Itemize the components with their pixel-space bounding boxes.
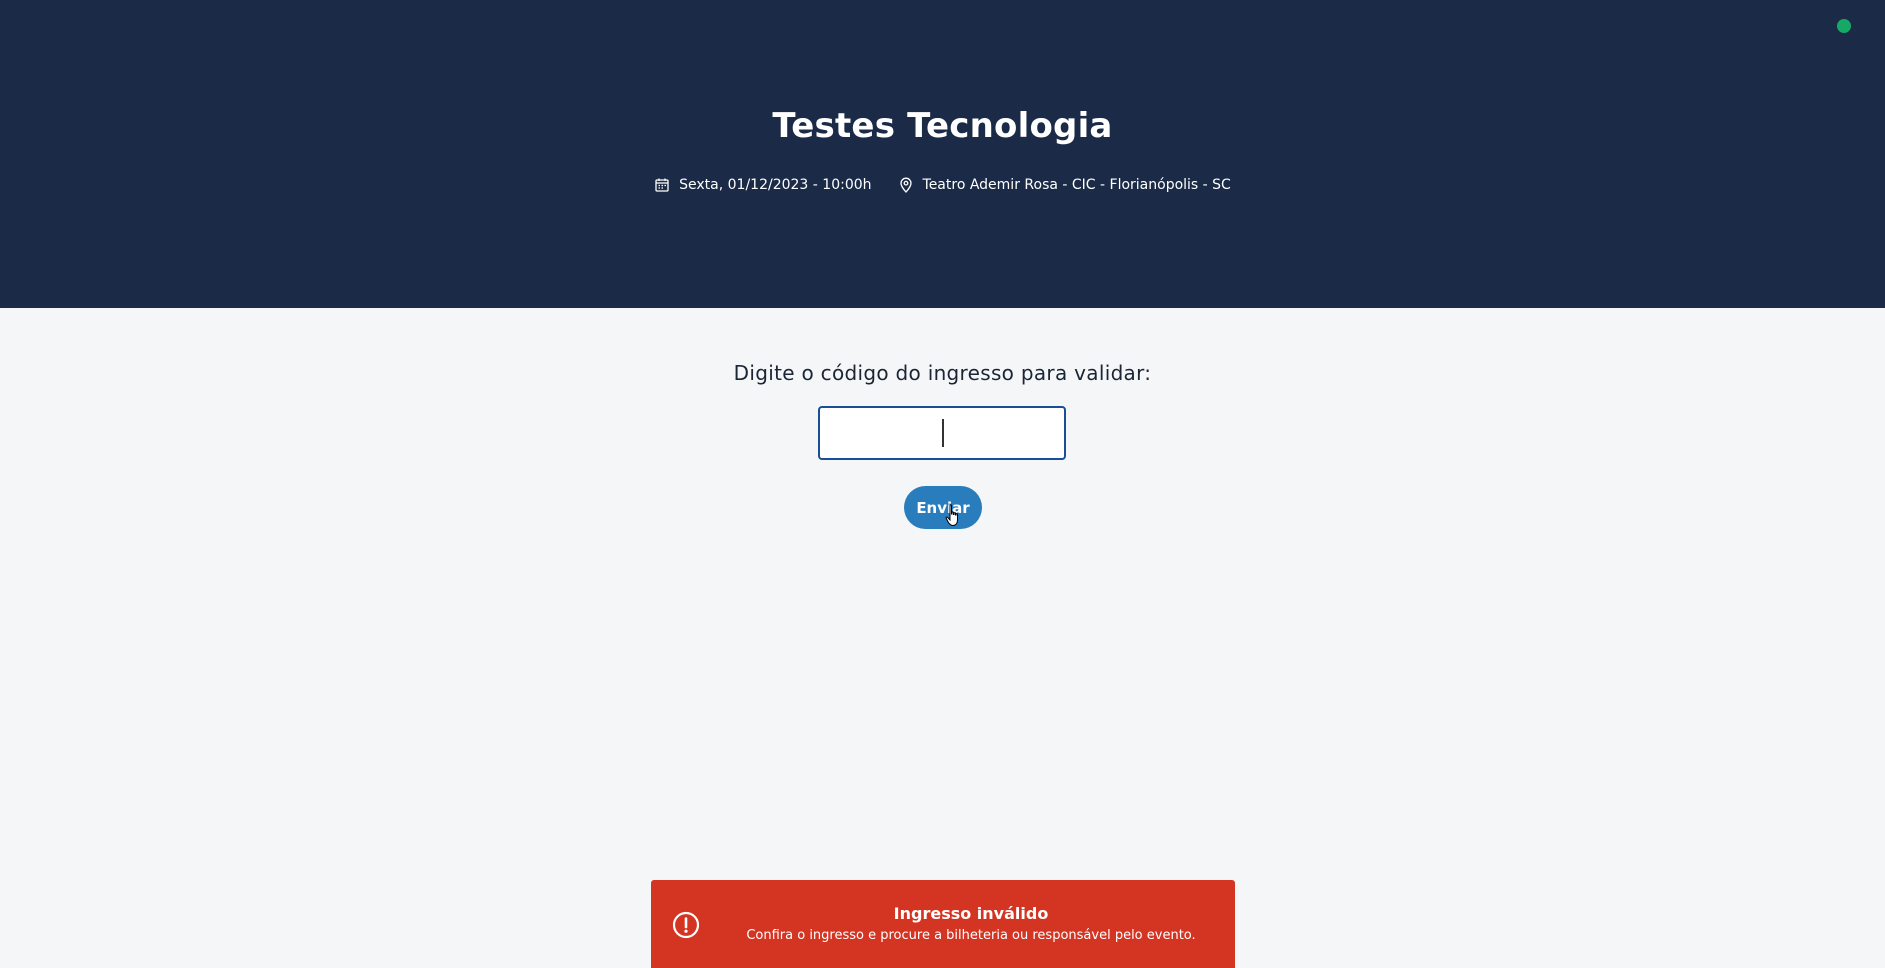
event-title: Testes Tecnologia <box>772 106 1113 146</box>
event-date: Sexta, 01/12/2023 - 10:00h <box>654 177 872 193</box>
connection-status-indicator <box>1837 19 1851 33</box>
map-pin-icon <box>898 177 914 193</box>
toast-message: Confira o ingresso e procure a bilheteri… <box>746 928 1196 943</box>
text-caret <box>942 419 944 447</box>
event-location: Teatro Ademir Rosa - CIC - Florianópolis… <box>898 177 1231 193</box>
event-location-text: Teatro Ademir Rosa - CIC - Florianópolis… <box>922 177 1231 193</box>
event-header: Testes Tecnologia Sexta, 01/12/2023 - 10… <box>0 0 1885 308</box>
validation-prompt: Digite o código do ingresso para validar… <box>733 361 1152 385</box>
calendar-icon <box>654 177 670 193</box>
error-toast: Ingresso inválido Confira o ingresso e p… <box>651 880 1235 968</box>
submit-button[interactable]: Enviar <box>904 486 982 529</box>
toast-title: Ingresso inválido <box>893 904 1049 923</box>
event-meta: Sexta, 01/12/2023 - 10:00h Teatro Ademir… <box>0 177 1885 193</box>
event-date-text: Sexta, 01/12/2023 - 10:00h <box>679 177 872 193</box>
alert-circle-icon <box>672 911 700 939</box>
